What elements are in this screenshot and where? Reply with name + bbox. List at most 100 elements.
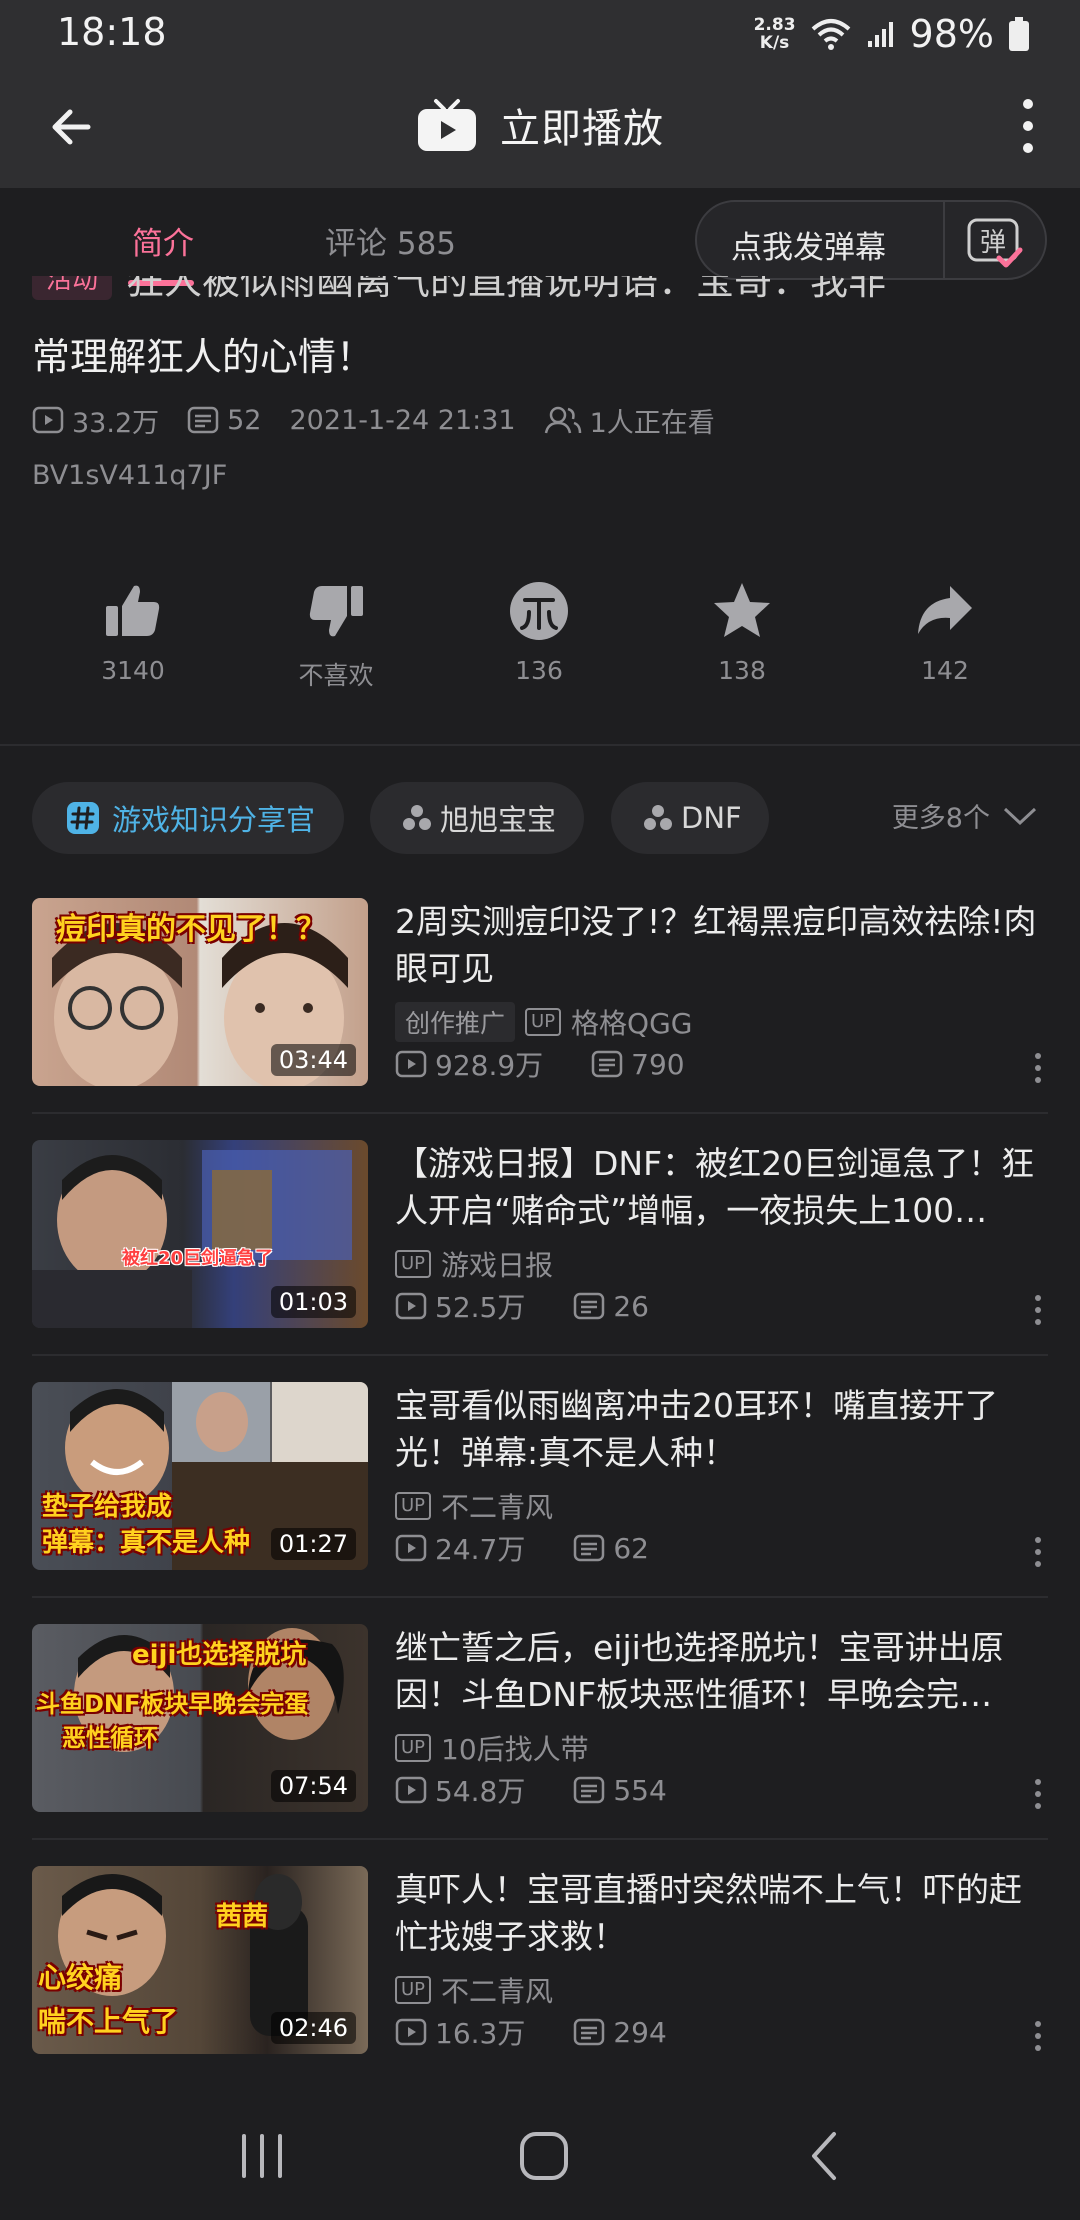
activity-tag[interactable]: 活动	[32, 276, 113, 300]
danmaku-count-value: 554	[613, 1773, 667, 1807]
danmaku-count-icon	[591, 1050, 623, 1078]
related-video-item[interactable]: 痘印真的不见了！？ 03:44 2周实测痘印没了!？红褐黑痘印高效祛除!肉眼可见…	[0, 898, 1080, 1138]
video-stats: 52.5万 26	[395, 1286, 697, 1326]
video-thumbnail[interactable]: eiji也选择脱坑 斗鱼DNF板块早晚会完蛋 恶性循环 07:54	[32, 1624, 368, 1812]
play-count-icon	[395, 1050, 427, 1078]
related-video-item[interactable]: 茜茜 心绞痛 喘不上气了 02:46 真吓人！宝哥直播时突然喘不上气！吓的赶忙找…	[0, 1866, 1080, 2106]
danmaku-count: 62	[573, 1532, 649, 1565]
more-vertical-icon[interactable]	[1024, 1048, 1052, 1088]
more-tags-label: 更多8个	[891, 803, 990, 834]
thumbnail-caption-3: 恶性循环	[62, 1724, 158, 1752]
favorite-count: 138	[718, 656, 766, 685]
view-count: 33.2万	[32, 401, 159, 440]
status-bar: 18:18 2.83 K/s 98%	[0, 0, 1080, 66]
danmaku-count-value: 294	[613, 2015, 667, 2049]
video-meta: UP 不二青风	[395, 1972, 553, 2008]
danmaku-count: 790	[591, 1048, 685, 1081]
more-options-icon[interactable]	[998, 88, 1058, 164]
video-thumbnail[interactable]: 痘印真的不见了！？ 03:44	[32, 898, 368, 1086]
share-count: 142	[921, 656, 969, 685]
thumbnail-caption: 垫子给我成	[42, 1492, 173, 1522]
video-title[interactable]: 2周实测痘印没了!？红褐黑痘印高效祛除!肉眼可见	[395, 898, 1040, 992]
video-duration: 02:46	[270, 2012, 356, 2044]
tv-icon	[418, 99, 476, 151]
send-danmaku-pill: 点我发弹幕 弹	[695, 200, 1047, 280]
like-count: 3140	[101, 656, 165, 685]
tag-topic[interactable]: 游戏知识分享官	[32, 782, 344, 854]
more-vertical-icon[interactable]	[1024, 1532, 1052, 1572]
svg-text:弹: 弹	[980, 228, 1006, 258]
tags-row: 游戏知识分享官 旭旭宝宝 DNF 更多8个	[0, 782, 1080, 854]
video-duration: 07:54	[270, 1770, 356, 1802]
status-icons: 2.83 K/s 98%	[754, 10, 1030, 58]
video-title[interactable]: 宝哥看似雨幽离冲击20耳环！嘴直接开了光！弹幕:真不是人种！	[395, 1382, 1040, 1476]
more-tags-button[interactable]: 更多8个	[892, 796, 1038, 835]
video-thumbnail[interactable]: 被红20巨剑逼急了 01:03	[32, 1140, 368, 1328]
tab-intro[interactable]: 简介	[132, 218, 194, 263]
thumbnail-caption: 茜茜	[216, 1902, 269, 1932]
coin-icon	[510, 582, 568, 640]
watching-now-value: 1人正在看	[589, 407, 715, 439]
like-button[interactable]: 3140	[53, 580, 213, 685]
tag-topic-label: 游戏知识分享官	[112, 803, 316, 837]
home-icon[interactable]	[514, 2126, 574, 2186]
play-count-icon	[395, 2018, 427, 2046]
status-time: 18:18	[57, 10, 167, 54]
danmaku-toggle-icon[interactable]: 弹	[965, 212, 1023, 270]
video-title-line2: 常理解狂人的心情！	[32, 335, 375, 379]
uploader-name[interactable]: 格格QGG	[571, 1002, 692, 1042]
danmaku-count: 52	[187, 405, 261, 436]
share-arrow-icon	[918, 586, 972, 634]
more-vertical-icon[interactable]	[1024, 2016, 1052, 2056]
watchers-icon	[544, 406, 581, 434]
danmaku-separator	[943, 202, 945, 278]
favorite-button[interactable]: 138	[662, 580, 822, 685]
hashtag-icon	[67, 802, 99, 834]
uploader-name[interactable]: 10后找人带	[441, 1728, 589, 1768]
system-nav-bar	[0, 2080, 1080, 2220]
view-count: 24.7万	[395, 1528, 525, 1568]
uploader-name[interactable]: 不二青风	[441, 1486, 553, 1526]
recent-apps-icon[interactable]	[232, 2126, 292, 2186]
more-vertical-icon[interactable]	[1024, 1290, 1052, 1330]
up-badge-icon: UP	[525, 1008, 562, 1036]
related-video-item[interactable]: 垫子给我成 弹幕：真不是人种 01:27 宝哥看似雨幽离冲击20耳环！嘴直接开了…	[0, 1382, 1080, 1622]
tag-dnf[interactable]: DNF	[611, 782, 769, 854]
item-separator	[32, 1596, 1048, 1598]
danmaku-count-icon	[574, 1534, 605, 1562]
coin-button[interactable]: 136	[459, 580, 619, 685]
tab-comments[interactable]: 评论 585	[325, 218, 456, 263]
video-meta: UP 游戏日报	[395, 1246, 553, 1282]
view-count-value: 52.5万	[435, 1291, 526, 1324]
video-stats: 24.7万 62	[395, 1528, 697, 1568]
more-vertical-icon[interactable]	[1024, 1774, 1052, 1814]
video-title[interactable]: 继亡誓之后，eiji也选择脱坑！宝哥讲出原因！斗鱼DNF板块恶性循环！早晚会完…	[395, 1624, 1040, 1718]
back-nav-icon[interactable]	[796, 2126, 856, 2186]
send-danmaku-input[interactable]: 点我发弹幕	[731, 222, 886, 267]
network-speed-unit: K/s	[759, 33, 790, 53]
item-separator	[32, 1112, 1048, 1114]
video-meta: UP 不二青风	[395, 1488, 553, 1524]
signal-icon	[867, 22, 893, 47]
view-count-value: 54.8万	[435, 1775, 526, 1808]
share-button[interactable]: 142	[865, 580, 1025, 685]
tag-xuxubaobao[interactable]: 旭旭宝宝	[370, 782, 584, 854]
video-thumbnail[interactable]: 垫子给我成 弹幕：真不是人种 01:27	[32, 1382, 368, 1570]
related-video-item[interactable]: eiji也选择脱坑 斗鱼DNF板块早晚会完蛋 恶性循环 07:54 继亡誓之后，…	[0, 1624, 1080, 1864]
video-title[interactable]: 真吓人！宝哥直播时突然喘不上气！吓的赶忙找嫂子求救！	[395, 1866, 1040, 1960]
item-separator	[32, 1838, 1048, 1840]
dislike-button[interactable]: 不喜欢	[256, 580, 416, 692]
network-speed-value: 2.83	[753, 15, 796, 35]
thumbnail-caption-2: 心绞痛	[38, 1961, 123, 1994]
uploader-name[interactable]: 游戏日报	[441, 1244, 553, 1284]
tag-dnf-label: DNF	[681, 801, 742, 835]
uploader-name[interactable]: 不二青风	[441, 1970, 553, 2010]
up-badge-icon: UP	[395, 1250, 432, 1278]
video-title[interactable]: 【游戏日报】DNF：被红20巨剑逼急了！狂人开启“赌命式”增幅，一夜损失上100…	[395, 1140, 1040, 1234]
video-meta: UP 10后找人带	[395, 1730, 589, 1766]
related-video-item[interactable]: 被红20巨剑逼急了 01:03 【游戏日报】DNF：被红20巨剑逼急了！狂人开启…	[0, 1140, 1080, 1380]
play-now-button[interactable]: 立即播放	[0, 90, 1080, 160]
video-thumbnail[interactable]: 茜茜 心绞痛 喘不上气了 02:46	[32, 1866, 368, 2054]
play-count-icon	[32, 406, 64, 434]
thumbs-down-icon	[309, 586, 363, 637]
